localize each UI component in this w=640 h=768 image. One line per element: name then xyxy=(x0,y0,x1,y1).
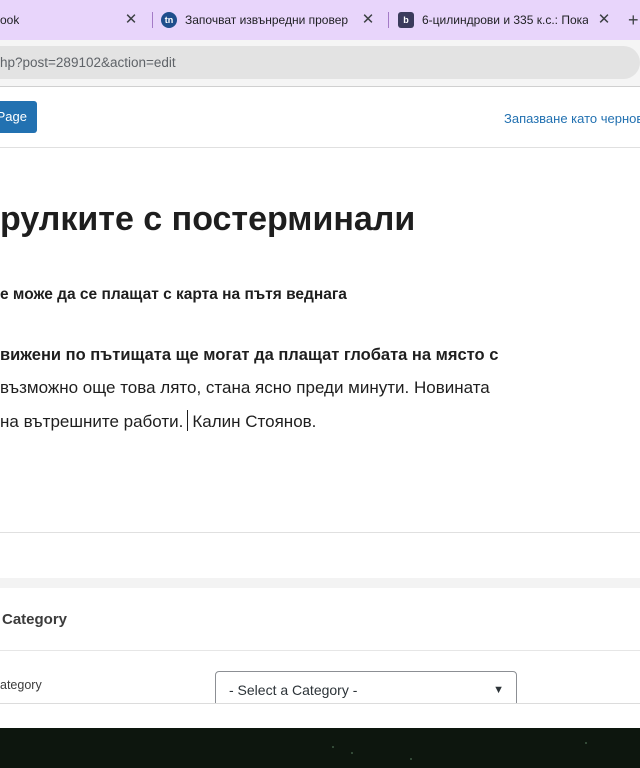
tab-title: ook xyxy=(0,13,20,27)
close-icon[interactable]: ✕ xyxy=(358,10,378,30)
tab-title: 6-цилиндрови и 335 к.с.: Пока xyxy=(422,13,588,27)
panel-divider xyxy=(0,650,640,651)
close-icon[interactable]: ✕ xyxy=(121,10,141,30)
address-bar-area: hp?post=289102&action=edit xyxy=(0,40,640,87)
text-cursor xyxy=(187,410,189,431)
site-favicon-icon: tn xyxy=(161,12,177,28)
browser-tab-bar: ook ✕ tn Започват извънредни провер ✕ b … xyxy=(0,0,640,40)
paragraph-line-2[interactable]: възможно още това лято, стана ясно преди… xyxy=(0,378,490,398)
browser-tab-1[interactable]: ook xyxy=(0,0,120,40)
publish-button[interactable]: Page xyxy=(0,101,37,133)
panel-gap xyxy=(0,578,640,588)
url-text: hp?post=289102&action=edit xyxy=(0,55,176,70)
browser-tab-2[interactable]: tn Започват извънредни провер xyxy=(161,0,353,40)
star-dot xyxy=(351,752,353,754)
tab-title: Започват извънредни провер xyxy=(185,13,349,27)
url-field[interactable]: hp?post=289102&action=edit xyxy=(0,46,640,79)
site-favicon-icon: b xyxy=(398,12,414,28)
star-dot xyxy=(332,746,334,748)
post-subtitle[interactable]: е може да се плащат с карта на пътя ведн… xyxy=(0,286,347,304)
star-dot xyxy=(410,758,412,760)
save-draft-link[interactable]: Запазване като чернов xyxy=(504,111,640,126)
content-divider xyxy=(0,532,640,533)
new-tab-icon[interactable]: + xyxy=(628,10,639,30)
category-panel-title[interactable]: Category xyxy=(2,611,67,628)
paragraph-text: Калин Стоянов. xyxy=(192,412,317,431)
category-field-label: ategory xyxy=(0,678,42,692)
editor-toolbar: Page Запазване като чернов xyxy=(0,87,640,148)
paragraph-line-3[interactable]: на вътрешните работи. Калин Стоянов. xyxy=(0,410,316,432)
category-select-value: - Select a Category - xyxy=(229,682,358,698)
paragraph-line-1[interactable]: вижени по пътищата ще могат да плащат гл… xyxy=(0,346,498,365)
post-title[interactable]: рулките с постерминали xyxy=(0,197,415,241)
close-icon[interactable]: ✕ xyxy=(594,10,614,30)
footer-area xyxy=(0,704,640,728)
paragraph-text: на вътрешните работи. xyxy=(0,412,184,431)
browser-tab-3[interactable]: b 6-цилиндрови и 335 к.с.: Пока xyxy=(398,0,590,40)
desktop-background-strip xyxy=(0,728,640,768)
tab-separator xyxy=(388,12,389,28)
star-dot xyxy=(585,742,587,744)
tab-separator xyxy=(152,12,153,28)
